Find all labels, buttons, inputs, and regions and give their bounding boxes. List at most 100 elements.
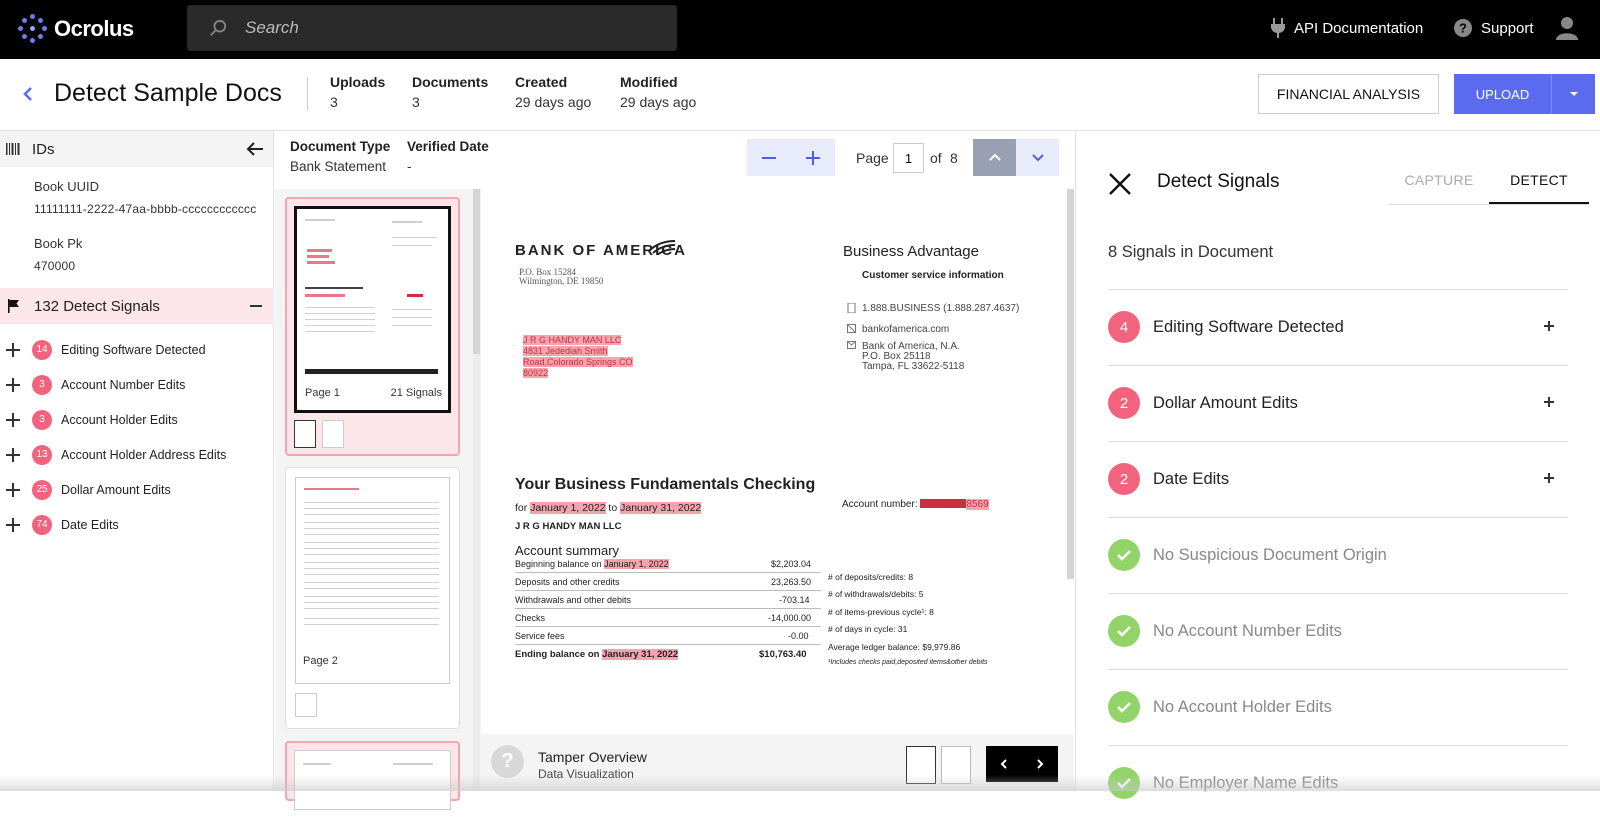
signal-row[interactable]: 4 Editing Software Detected bbox=[1108, 289, 1568, 364]
passed-signal-name: No Employer Name Edits bbox=[1153, 773, 1339, 792]
passed-signal-name: No Account Holder Edits bbox=[1153, 697, 1332, 716]
search-input[interactable] bbox=[245, 18, 645, 38]
passed-signal-row: No Suspicious Document Origin bbox=[1108, 517, 1568, 592]
expand-plus-icon[interactable] bbox=[6, 412, 20, 427]
signals-count: 8 Signals in Document bbox=[1108, 243, 1274, 261]
overview-next-button[interactable] bbox=[1022, 746, 1058, 782]
api-documentation-label: API Documentation bbox=[1294, 19, 1424, 37]
support-link[interactable]: ? Support bbox=[1453, 18, 1534, 38]
highlighted-date-to: January 31, 2022 bbox=[620, 502, 702, 514]
signal-row[interactable]: 2 Date Edits bbox=[1108, 441, 1568, 516]
check-circle-icon bbox=[1108, 539, 1140, 571]
top-bar: Ocrolus API Documentation ? Support bbox=[0, 0, 1600, 59]
close-icon[interactable] bbox=[1107, 171, 1133, 197]
detect-signals-header[interactable]: 132 Detect Signals bbox=[0, 288, 274, 324]
upload-button-group: UPLOAD bbox=[1454, 74, 1595, 114]
meta-value: 3 bbox=[330, 94, 338, 110]
signal-badge: 4 bbox=[1108, 311, 1140, 343]
summary-row-value: 23,263.50 bbox=[771, 577, 812, 587]
meta-value: 3 bbox=[412, 94, 420, 110]
previous-page-button[interactable] bbox=[973, 139, 1016, 176]
back-chevron-icon[interactable] bbox=[20, 83, 36, 105]
collapse-signals-icon[interactable] bbox=[250, 305, 262, 307]
ids-section-header[interactable]: IDs bbox=[0, 131, 273, 167]
signal-item[interactable]: 74 Date Edits bbox=[0, 507, 274, 542]
account-number-label: Account number: bbox=[842, 499, 918, 510]
user-avatar-icon[interactable] bbox=[1556, 16, 1578, 40]
tab-capture[interactable]: CAPTURE bbox=[1389, 157, 1489, 204]
signal-name: Editing Software Detected bbox=[1153, 317, 1344, 336]
summary-row-value: -703.14 bbox=[779, 595, 810, 605]
expand-plus-icon[interactable] bbox=[6, 377, 20, 392]
api-documentation-link[interactable]: API Documentation bbox=[1270, 18, 1423, 38]
thumbnail-scrollbar-thumb[interactable] bbox=[473, 189, 480, 354]
thumbnail-card-page-1[interactable]: Page 1 21 Signals bbox=[285, 197, 460, 456]
chevron-right-icon bbox=[1037, 759, 1044, 769]
book-uuid: Book UUID 11111111-2222-47aa-bbbb-cccccc… bbox=[0, 179, 273, 216]
check-circle-icon bbox=[1108, 767, 1140, 799]
overview-thumbnail-1[interactable] bbox=[906, 746, 936, 784]
ocrolus-logo[interactable]: Ocrolus bbox=[18, 14, 134, 44]
page-total: 8 bbox=[950, 150, 958, 166]
passed-signal-name: No Account Number Edits bbox=[1153, 621, 1342, 640]
financial-analysis-button[interactable]: FINANCIAL ANALYSIS bbox=[1258, 74, 1439, 114]
chevron-left-icon bbox=[1000, 759, 1007, 769]
signal-item[interactable]: 3 Account Number Edits bbox=[0, 367, 274, 402]
signal-item[interactable]: 3 Account Holder Edits bbox=[0, 402, 274, 437]
expand-plus-icon[interactable] bbox=[1544, 397, 1554, 407]
passed-signal-row: No Account Number Edits bbox=[1108, 593, 1568, 668]
page-view-scrollbar[interactable] bbox=[1067, 189, 1074, 579]
thumbnail-mini-2[interactable] bbox=[322, 420, 344, 448]
signal-list: 14 Editing Software Detected 3 Account Num… bbox=[0, 332, 274, 542]
document-page-view: BANK OF AMERICA P.O. Box 15284 Wilmingto… bbox=[481, 189, 1074, 734]
thumbnail-page-label: Page 1 bbox=[305, 387, 340, 399]
signal-row[interactable]: 2 Dollar Amount Edits bbox=[1108, 365, 1568, 440]
signal-label: Editing Software Detected bbox=[61, 342, 206, 357]
tamper-overview-bar: ? Tamper Overview Data Visualization bbox=[481, 734, 1074, 791]
thumbnail-page-1[interactable]: Page 1 21 Signals bbox=[294, 206, 451, 413]
next-page-button[interactable] bbox=[1016, 139, 1059, 176]
zoom-out-button[interactable] bbox=[747, 139, 791, 176]
overview-thumbnail-2[interactable] bbox=[941, 746, 971, 784]
zoom-in-button[interactable] bbox=[791, 139, 835, 176]
collapse-arrow-icon[interactable] bbox=[245, 140, 265, 158]
web-icon bbox=[847, 324, 856, 333]
row-divider bbox=[515, 590, 821, 591]
thumbnail-card-page-2[interactable]: Page 2 bbox=[285, 467, 460, 729]
thumbnail-mini-3[interactable] bbox=[295, 693, 317, 717]
expand-plus-icon[interactable] bbox=[6, 447, 20, 462]
check-circle-icon bbox=[1108, 691, 1140, 723]
meta-label: Documents bbox=[412, 74, 489, 90]
thumbnail-page-3[interactable] bbox=[294, 750, 451, 810]
signal-item[interactable]: 25 Dollar Amount Edits bbox=[0, 472, 274, 507]
thumbnail-mini-1[interactable] bbox=[294, 420, 316, 448]
tab-detect[interactable]: DETECT bbox=[1489, 157, 1589, 204]
signal-item[interactable]: 14 Editing Software Detected bbox=[0, 332, 274, 367]
help-circle-icon[interactable]: ? bbox=[491, 745, 524, 778]
passed-signal-row: No Account Holder Edits bbox=[1108, 669, 1568, 744]
thumbnail-card-page-3[interactable] bbox=[285, 741, 460, 810]
stat-footnote: ¹Includes checks paid,deposited items&ot… bbox=[828, 659, 988, 666]
page-number-input[interactable] bbox=[893, 143, 924, 173]
thumbnail-page-2[interactable]: Page 2 bbox=[295, 477, 450, 684]
expand-plus-icon[interactable] bbox=[6, 517, 20, 532]
expand-plus-icon[interactable] bbox=[1544, 321, 1554, 331]
account-number: Account number: 8569 bbox=[842, 499, 989, 510]
overview-prev-button[interactable] bbox=[986, 746, 1022, 782]
document-area: Page 1 21 Signals Page 2 BANK OF AMERICA… bbox=[275, 189, 1074, 810]
signal-item[interactable]: 13 Account Holder Address Edits bbox=[0, 437, 274, 472]
account-holder-line-2: 4831 Jedediah Smith bbox=[523, 346, 608, 356]
upload-options-toggle[interactable] bbox=[1551, 74, 1595, 114]
search-bar[interactable] bbox=[187, 5, 677, 51]
upload-button[interactable]: UPLOAD bbox=[1454, 87, 1551, 102]
signal-badge: 2 bbox=[1108, 387, 1140, 419]
help-icon: ? bbox=[1454, 19, 1472, 37]
expand-plus-icon[interactable] bbox=[6, 482, 20, 497]
doc-meta-value: - bbox=[407, 159, 412, 174]
expand-plus-icon[interactable] bbox=[6, 342, 20, 357]
verified-date: Verified Date - bbox=[407, 139, 489, 174]
row-label: Beginning balance on bbox=[515, 559, 602, 569]
detect-signals-panel: Detect Signals CAPTURE DETECT 8 Signals … bbox=[1075, 131, 1600, 799]
ids-title: IDs bbox=[32, 140, 55, 158]
expand-plus-icon[interactable] bbox=[1544, 473, 1554, 483]
